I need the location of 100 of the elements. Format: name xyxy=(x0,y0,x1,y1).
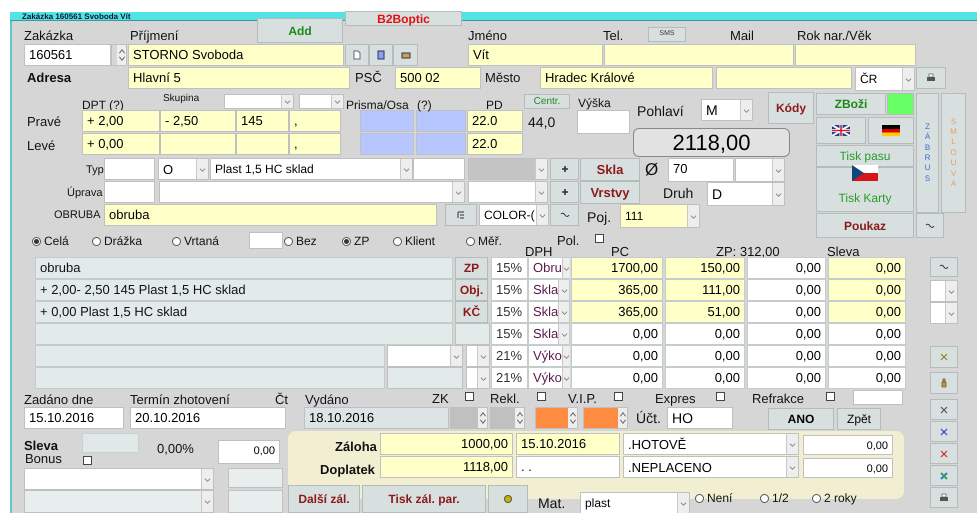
input-field[interactable] xyxy=(82,433,139,453)
glasses-button[interactable]: Skla xyxy=(580,158,640,181)
input-field[interactable]: 1000,00 xyxy=(380,433,513,455)
codes-button[interactable]: Kódy xyxy=(768,92,814,124)
spinner-arrows-icon[interactable] xyxy=(515,408,524,428)
input-field[interactable]: 15.10.2016 xyxy=(516,433,620,455)
input-field[interactable]: 500 02 xyxy=(395,67,481,89)
caret-icon[interactable] xyxy=(772,183,784,205)
spin-field[interactable] xyxy=(450,407,488,429)
caret-icon[interactable] xyxy=(558,280,569,300)
document-button[interactable] xyxy=(345,44,369,66)
checkbox[interactable] xyxy=(83,456,92,465)
dot-button[interactable] xyxy=(488,485,528,513)
caret-icon[interactable] xyxy=(535,182,547,202)
spin-field[interactable] xyxy=(111,44,127,66)
input-field[interactable]: 70 xyxy=(668,158,734,182)
dropdown[interactable]: COLOR-( xyxy=(479,204,549,226)
input-field[interactable]: Vít xyxy=(468,44,603,66)
input-field[interactable]: Hradec Králové xyxy=(540,67,713,89)
input-field[interactable]: HO xyxy=(667,407,733,429)
print-deposit-button[interactable]: Tisk zál. par. xyxy=(362,485,486,513)
back-button[interactable]: Zpět xyxy=(837,408,881,430)
input-field[interactable]: + 2,00 xyxy=(82,110,160,132)
dropdown[interactable]: Obru xyxy=(528,257,570,279)
caret-icon[interactable] xyxy=(740,100,752,120)
english-button[interactable] xyxy=(816,117,866,144)
caret-icon[interactable] xyxy=(562,346,570,366)
close-button[interactable] xyxy=(930,421,958,442)
caret-icon[interactable] xyxy=(535,159,547,179)
dropdown[interactable]: Skla xyxy=(528,323,570,345)
caret-icon[interactable] xyxy=(786,434,798,454)
input-field[interactable] xyxy=(360,110,414,132)
caret-icon[interactable] xyxy=(562,258,570,278)
caret-icon[interactable] xyxy=(786,457,798,477)
checkbox[interactable] xyxy=(465,392,474,401)
input-field[interactable] xyxy=(853,390,903,405)
dropdown[interactable] xyxy=(24,490,214,513)
input-field[interactable] xyxy=(236,133,289,155)
spin-field[interactable] xyxy=(535,407,578,429)
caret-icon[interactable] xyxy=(201,491,213,512)
checkbox[interactable] xyxy=(537,392,546,401)
input-field[interactable] xyxy=(360,133,414,155)
caret-icon[interactable] xyxy=(536,205,548,225)
dropdown[interactable]: 111 xyxy=(620,204,700,228)
input-field[interactable] xyxy=(604,44,794,66)
dropdown[interactable] xyxy=(224,94,294,109)
input-field[interactable]: . . xyxy=(516,456,620,478)
caret-icon[interactable] xyxy=(945,303,957,323)
yes-button[interactable]: ANO xyxy=(768,408,834,430)
spinner-arrows-icon[interactable] xyxy=(568,408,577,428)
plus-button[interactable] xyxy=(550,181,579,203)
dropdown[interactable]: D xyxy=(707,182,785,206)
caret-icon[interactable] xyxy=(558,324,569,344)
input-field[interactable]: 22.0 xyxy=(467,133,523,155)
input-field[interactable] xyxy=(416,110,466,132)
input-field[interactable]: 22.0 xyxy=(467,110,523,132)
checkbox[interactable] xyxy=(826,392,835,401)
input-field[interactable] xyxy=(104,181,155,203)
dropdown[interactable]: Skla xyxy=(528,301,570,323)
dropdown[interactable] xyxy=(299,94,344,109)
input-field[interactable]: 20.10.2016 xyxy=(130,407,286,429)
dropdown[interactable] xyxy=(466,345,490,367)
caret-icon[interactable] xyxy=(687,205,699,227)
caret-icon[interactable] xyxy=(772,159,784,181)
input-field[interactable] xyxy=(577,110,630,134)
voucher-button[interactable]: Poukaz xyxy=(816,213,914,238)
input-field[interactable] xyxy=(416,133,466,155)
row-action-button[interactable]: Obj. xyxy=(455,279,488,301)
german-button[interactable] xyxy=(868,117,914,144)
caret-icon[interactable] xyxy=(331,95,343,108)
input-field[interactable]: 160561 xyxy=(24,44,111,66)
input-field[interactable] xyxy=(795,44,916,66)
dropdown[interactable] xyxy=(930,280,958,302)
input-field[interactable]: , xyxy=(289,133,341,155)
input-field[interactable]: 0,00 xyxy=(218,440,280,464)
input-field[interactable] xyxy=(716,67,852,89)
dropdown[interactable]: Plast 1,5 HC sklad xyxy=(210,158,413,180)
caret-icon[interactable] xyxy=(902,68,914,90)
input-field[interactable]: + 0,00 xyxy=(82,133,160,155)
caret-icon[interactable] xyxy=(562,368,570,388)
checkbox[interactable] xyxy=(614,392,623,401)
caret-icon[interactable] xyxy=(201,469,213,489)
spinner-arrows-icon[interactable] xyxy=(478,408,487,428)
dropdown[interactable] xyxy=(735,158,785,182)
row-action-button[interactable]: ZP xyxy=(455,257,488,279)
caret-icon[interactable] xyxy=(945,281,957,301)
input-field[interactable]: 0,00 xyxy=(803,435,893,455)
input-field[interactable]: 15.10.2016 xyxy=(24,407,124,429)
dropdown[interactable] xyxy=(387,345,463,367)
checkbox[interactable] xyxy=(595,234,604,243)
input-field[interactable] xyxy=(249,232,283,249)
close-button[interactable] xyxy=(930,399,958,420)
caret-icon[interactable] xyxy=(196,159,208,179)
input-field[interactable]: 18.10.2016 xyxy=(304,407,449,429)
dropdown[interactable]: plast xyxy=(580,492,690,513)
spin-field[interactable] xyxy=(490,407,525,429)
caret-icon[interactable] xyxy=(450,346,462,366)
input-field[interactable] xyxy=(413,158,465,180)
dropdown[interactable]: O xyxy=(158,158,209,180)
close-button[interactable] xyxy=(930,443,958,464)
